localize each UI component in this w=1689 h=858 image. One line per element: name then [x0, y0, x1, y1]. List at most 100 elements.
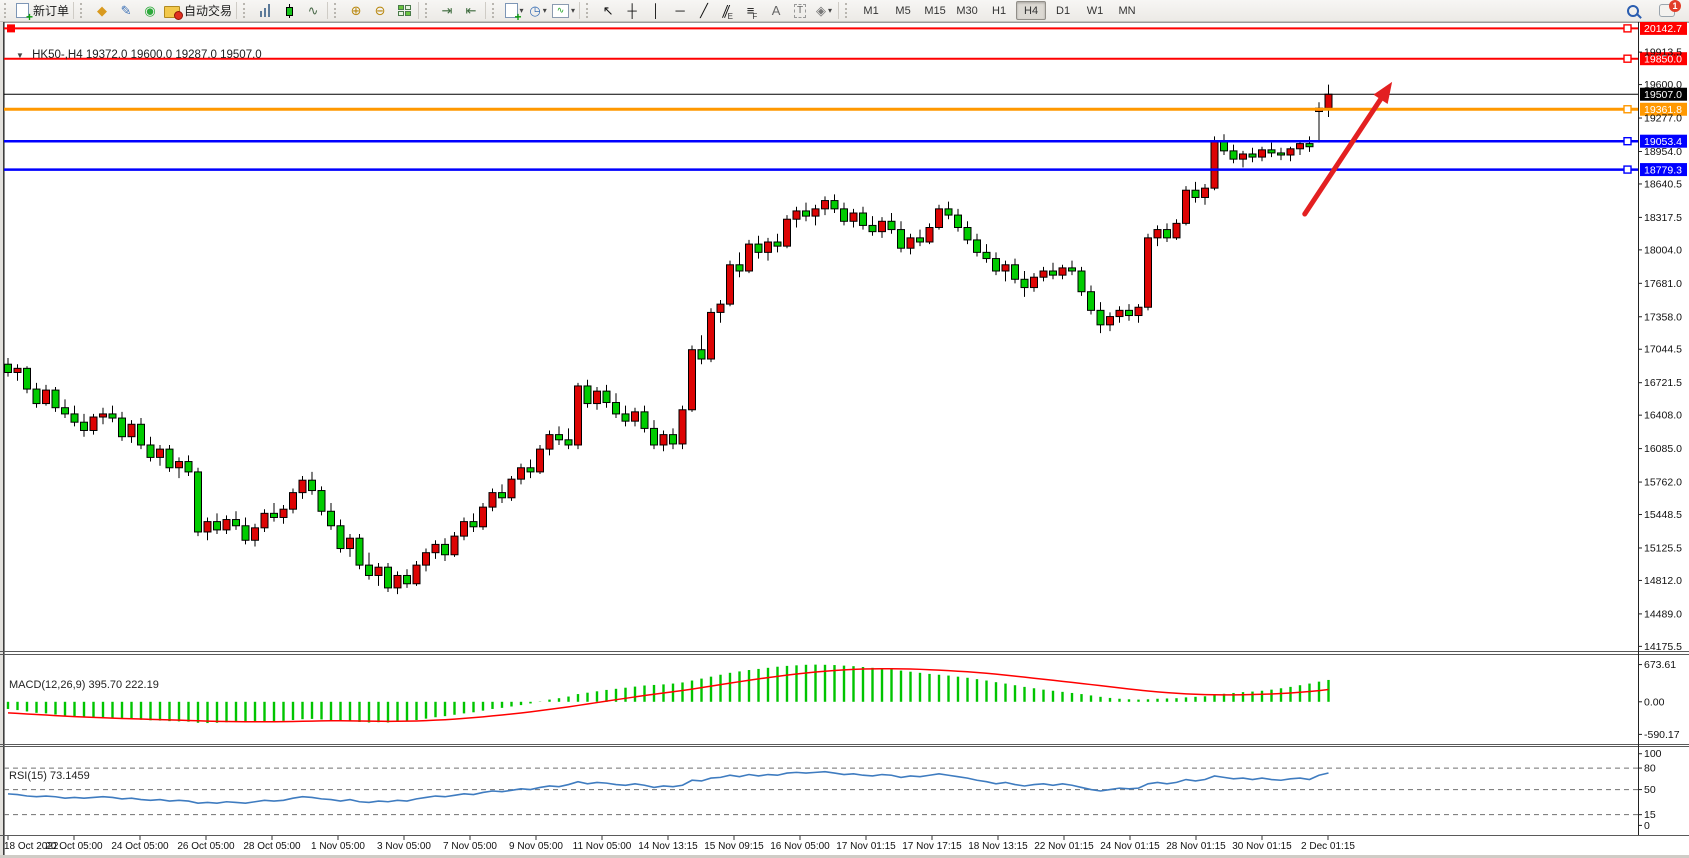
zoom-in-icon[interactable]: ⊕	[344, 1, 368, 21]
toolbar-grip[interactable]	[243, 3, 250, 18]
notification-badge: 1	[1669, 0, 1681, 12]
svg-text:20142.7: 20142.7	[1644, 23, 1682, 35]
trendline-icon[interactable]: ╱	[692, 1, 716, 21]
toolbar-grip[interactable]	[334, 3, 341, 18]
autotrading-button-label: 自动交易	[184, 2, 232, 19]
dropdown-arrow-icon[interactable]: ▾	[571, 6, 575, 15]
toolbar-grip[interactable]	[586, 3, 593, 18]
svg-text:1 Nov 05:00: 1 Nov 05:00	[311, 841, 365, 852]
timeframe-button-m30[interactable]: M30	[952, 1, 982, 20]
templates-icon[interactable]: ∿▾	[550, 1, 577, 21]
timeframe-button-m5[interactable]: M5	[888, 1, 918, 20]
auto-scroll-icon[interactable]: ⇥	[435, 1, 459, 21]
autotrading-robot-icon	[164, 6, 180, 18]
svg-text:9 Nov 05:00: 9 Nov 05:00	[509, 841, 563, 852]
svg-text:50: 50	[1644, 784, 1656, 796]
chart-shift-icon: ⇤	[466, 3, 477, 19]
signal-icon[interactable]: ◉	[138, 1, 162, 21]
svg-text:19600.0: 19600.0	[1644, 79, 1682, 91]
rsi-indicator-label: RSI(15) 73.1459	[9, 770, 90, 782]
notifications-button[interactable]: 1	[1655, 1, 1679, 21]
document-icon: +	[16, 3, 29, 18]
toolbar-right: 1	[1621, 1, 1689, 21]
timeframe-button-h1[interactable]: H1	[984, 1, 1014, 20]
svg-text:16085.0: 16085.0	[1644, 443, 1682, 455]
svg-text:3 Nov 05:00: 3 Nov 05:00	[377, 841, 431, 852]
metaeditor-icon[interactable]: ✎	[114, 1, 138, 21]
svg-text:24 Nov 01:15: 24 Nov 01:15	[1100, 841, 1160, 852]
zoom-out-icon[interactable]: ⊖	[368, 1, 392, 21]
timeframe-button-h4[interactable]: H4	[1016, 1, 1046, 20]
chart-canvas[interactable]: 20142.719850.019507.019361.819053.418779…	[0, 22, 1689, 858]
svg-text:11 Nov 05:00: 11 Nov 05:00	[573, 841, 632, 852]
arrows-icon[interactable]: ◈▾	[812, 1, 836, 21]
toolbar-grip[interactable]	[80, 3, 87, 18]
chart-shift-icon[interactable]: ⇤	[459, 1, 483, 21]
profiles-icon: ◷	[529, 3, 540, 19]
toolbar-grip[interactable]	[4, 3, 11, 18]
candlestick-chart-icon[interactable]	[277, 1, 301, 21]
svg-text:20 Oct 05:00: 20 Oct 05:00	[45, 841, 103, 852]
timeframe-button-m15[interactable]: M15	[920, 1, 950, 20]
svg-text:28 Nov 01:15: 28 Nov 01:15	[1166, 841, 1226, 852]
bar-chart-icon[interactable]	[253, 1, 277, 21]
chart-symbol-timeframe: HK50-,H4	[32, 49, 83, 61]
line-chart-icon[interactable]: ∿	[301, 1, 325, 21]
toolbar-grip[interactable]	[492, 3, 499, 18]
equidistant-channel-icon[interactable]: ∥E	[716, 1, 740, 21]
horizontal-line-icon: ─	[675, 3, 684, 19]
toolbar-separator	[579, 2, 580, 19]
main-toolbar: +新订单◆✎◉自动交易∿⊕⊖⇥⇤+▾◷▾∿▾↖┼│─╱∥E≡FAT◈▾M1M5M…	[0, 0, 1689, 22]
svg-text:24 Oct 05:00: 24 Oct 05:00	[111, 841, 169, 852]
svg-text:7 Nov 05:00: 7 Nov 05:00	[443, 841, 497, 852]
crosshair-icon[interactable]: ┼	[620, 1, 644, 21]
profiles-icon[interactable]: ◷▾	[526, 1, 550, 21]
new-order-button-label: 新订单	[33, 2, 69, 19]
toolbar-separator	[73, 2, 74, 19]
cursor-icon[interactable]: ↖	[596, 1, 620, 21]
toolbar-grip[interactable]	[845, 3, 852, 18]
timeframe-button-m1[interactable]: M1	[856, 1, 886, 20]
fibonacci-icon[interactable]: ≡F	[740, 1, 764, 21]
svg-text:15762.0: 15762.0	[1644, 477, 1682, 489]
zoom-in-icon: ⊕	[351, 3, 362, 19]
svg-text:15 Nov 09:15: 15 Nov 09:15	[704, 841, 764, 852]
text-icon[interactable]: A	[764, 1, 788, 21]
svg-text:17 Nov 01:15: 17 Nov 01:15	[836, 841, 896, 852]
chart-title: ▼ HK50-,H4 19372.0 19600.0 19287.0 19507…	[16, 49, 262, 61]
dropdown-arrow-icon[interactable]: ▾	[828, 6, 832, 15]
svg-text:14175.5: 14175.5	[1644, 641, 1682, 653]
svg-text:18954.0: 18954.0	[1644, 146, 1682, 158]
line-chart-icon: ∿	[308, 3, 319, 19]
svg-text:17681.0: 17681.0	[1644, 278, 1682, 290]
new-order-button[interactable]: + 新订单	[14, 1, 71, 21]
timeframe-button-w1[interactable]: W1	[1080, 1, 1110, 20]
toolbar-separator	[327, 2, 328, 19]
toolbar-separator	[485, 2, 486, 19]
svg-text:28 Oct 05:00: 28 Oct 05:00	[243, 841, 301, 852]
timeframe-button-mn[interactable]: MN	[1112, 1, 1142, 20]
horizontal-line-icon[interactable]: ─	[668, 1, 692, 21]
timeframe-button-d1[interactable]: D1	[1048, 1, 1078, 20]
favorites-icon[interactable]: ◆	[90, 1, 114, 21]
search-button[interactable]	[1621, 1, 1645, 21]
svg-text:30 Nov 01:15: 30 Nov 01:15	[1232, 841, 1292, 852]
price-chart[interactable]: 20142.719850.019507.019361.819053.418779…	[0, 22, 1689, 858]
trendline-icon: ╱	[700, 3, 708, 19]
favorites-icon: ◆	[97, 3, 107, 19]
tile-windows-icon[interactable]	[392, 1, 416, 21]
svg-text:100: 100	[1644, 748, 1662, 760]
autotrading-button[interactable]: 自动交易	[162, 1, 234, 21]
new-chart-icon[interactable]: +▾	[502, 1, 526, 21]
collapse-icon[interactable]: ▼	[16, 51, 24, 60]
candlestick-icon	[285, 4, 294, 18]
toolbar-grip[interactable]	[425, 3, 432, 18]
tile-windows-icon	[398, 5, 411, 16]
dropdown-arrow-icon[interactable]: ▾	[543, 6, 547, 15]
svg-text:673.61: 673.61	[1644, 659, 1676, 671]
svg-text:2 Dec 01:15: 2 Dec 01:15	[1301, 841, 1355, 852]
text-label-icon[interactable]: T	[788, 1, 812, 21]
svg-text:14 Nov 13:15: 14 Nov 13:15	[638, 841, 698, 852]
vertical-line-icon[interactable]: │	[644, 1, 668, 21]
svg-text:17 Nov 17:15: 17 Nov 17:15	[902, 841, 962, 852]
